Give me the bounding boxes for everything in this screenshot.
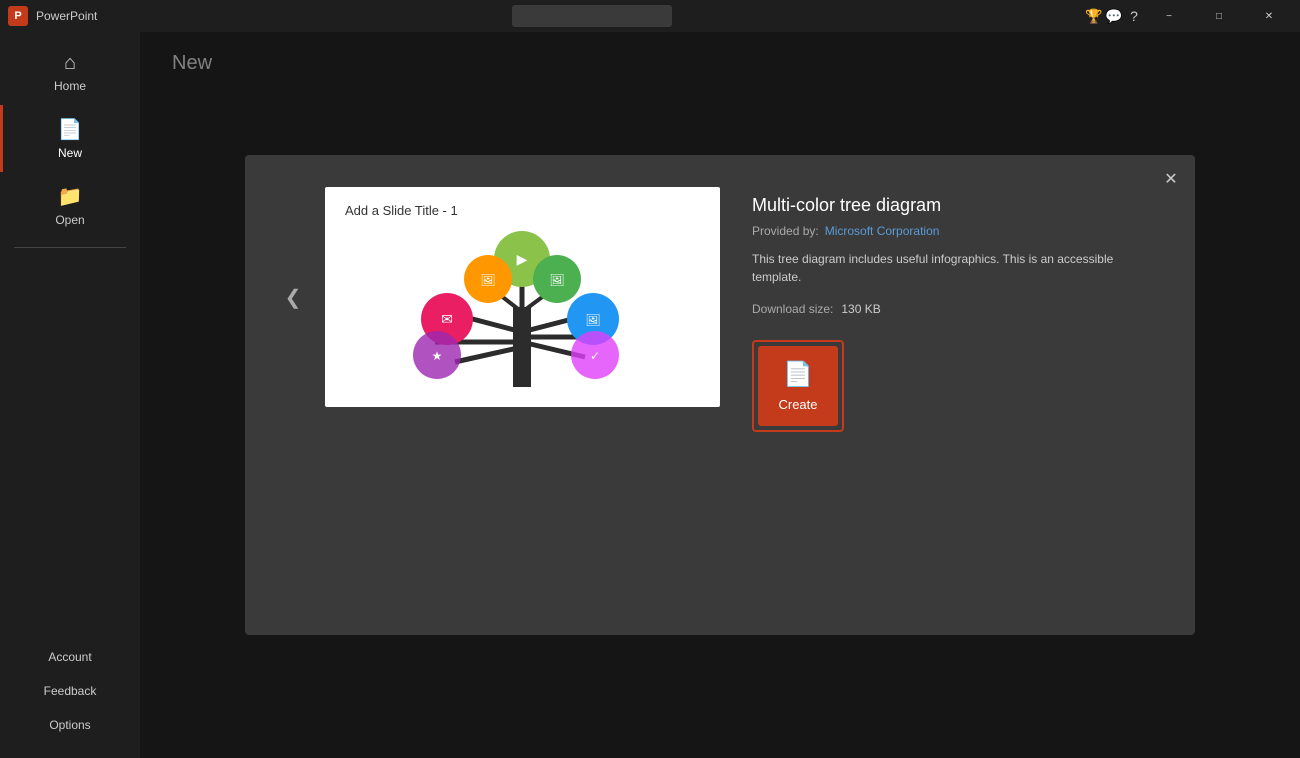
template-title: Multi-color tree diagram (752, 195, 1163, 216)
help-button[interactable]: ? (1126, 8, 1142, 24)
sidebar-new-label: New (58, 146, 82, 160)
svg-text:✉: ✉ (441, 311, 453, 327)
provider-link[interactable]: Microsoft Corporation (825, 224, 940, 238)
sidebar-open-label: Open (55, 213, 84, 227)
create-button-wrapper: 📄 Create (752, 340, 844, 432)
slide-preview: Add a Slide Title - 1 (325, 187, 720, 407)
svg-text:▶: ▶ (517, 251, 528, 267)
close-button[interactable]: ✕ (1246, 0, 1292, 32)
search-box[interactable] (512, 5, 672, 27)
home-icon: ⌂ (64, 52, 76, 75)
create-button[interactable]: 📄 Create (758, 346, 838, 426)
create-button-label: Create (778, 397, 817, 412)
minimize-button[interactable]: − (1146, 0, 1192, 32)
new-icon: 📄 (58, 117, 83, 142)
template-modal: ✕ ❮ Add a Slide Title - 1 (245, 155, 1195, 635)
svg-text:✓: ✓ (590, 349, 600, 363)
sidebar-item-home[interactable]: ⌂ Home (0, 40, 140, 105)
titlebar-right: 🏆 💬 ? − □ ✕ (1086, 0, 1292, 32)
prev-template-button[interactable]: ❮ (277, 281, 309, 313)
info-panel: Multi-color tree diagram Provided by: Mi… (752, 187, 1163, 432)
svg-text:🖼: 🖼 (549, 273, 564, 287)
modal-body: ❮ Add a Slide Title - 1 (277, 187, 1163, 603)
main-layout: ⌂ Home 📄 New 📁 Open Account Feedback Opt… (0, 32, 1300, 758)
tree-diagram: ▶ 🖼 🖼 ✉ ★ 🖼 ✓ (325, 187, 720, 407)
provided-by: Provided by: Microsoft Corporation (752, 224, 1163, 238)
sidebar-item-feedback[interactable]: Feedback (0, 674, 140, 708)
sidebar-item-account[interactable]: Account (0, 640, 140, 674)
provided-by-label: Provided by: (752, 224, 819, 238)
svg-text:🖼: 🖼 (480, 273, 495, 287)
sidebar-divider (14, 247, 126, 248)
feedback-button[interactable]: 💬 (1106, 8, 1122, 24)
template-description: This tree diagram includes useful infogr… (752, 250, 1163, 286)
sidebar-bottom: Account Feedback Options (0, 640, 140, 758)
preview-area: ❮ Add a Slide Title - 1 (277, 187, 720, 407)
account-label: Account (48, 650, 91, 664)
download-size: Download size: 130 KB (752, 302, 1163, 316)
create-button-icon: 📄 (783, 360, 813, 389)
open-icon: 📁 (58, 184, 83, 209)
app-logo: P (8, 6, 28, 26)
titlebar-left: P PowerPoint (8, 6, 97, 26)
svg-text:★: ★ (432, 349, 443, 363)
maximize-button[interactable]: □ (1196, 0, 1242, 32)
modal-close-button[interactable]: ✕ (1159, 167, 1183, 191)
sidebar-item-new[interactable]: 📄 New (0, 105, 140, 172)
titlebar: P PowerPoint 🏆 💬 ? − □ ✕ (0, 0, 1300, 32)
rewards-button[interactable]: 🏆 (1086, 8, 1102, 24)
sidebar-home-label: Home (54, 79, 86, 93)
feedback-label: Feedback (44, 684, 97, 698)
sidebar: ⌂ Home 📄 New 📁 Open Account Feedback Opt… (0, 32, 140, 758)
app-name: PowerPoint (36, 9, 97, 23)
download-label: Download size: (752, 302, 833, 316)
modal-overlay: ✕ ❮ Add a Slide Title - 1 (140, 32, 1300, 758)
svg-text:🖼: 🖼 (585, 313, 600, 327)
sidebar-item-open[interactable]: 📁 Open (0, 172, 140, 239)
download-size-value: 130 KB (841, 302, 880, 316)
content-area: New ✕ ❮ Add a Slide Title - 1 (140, 32, 1300, 758)
options-label: Options (49, 718, 90, 732)
sidebar-item-options[interactable]: Options (0, 708, 140, 742)
